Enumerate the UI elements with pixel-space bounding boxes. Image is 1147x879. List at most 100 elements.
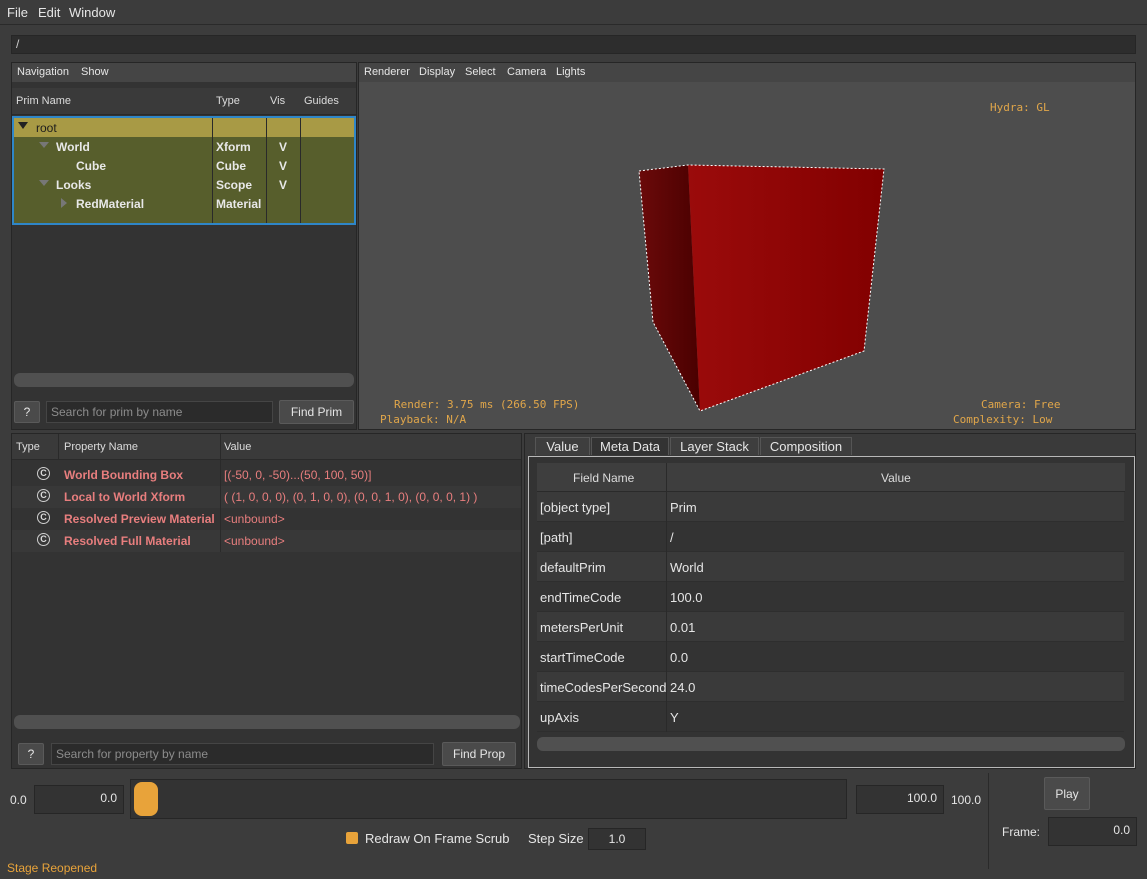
menu-bar: File Edit Window [0, 0, 1147, 25]
computed-property-icon: C [37, 533, 50, 546]
metadata-row[interactable]: endTimeCode 100.0 [537, 582, 1124, 612]
menu-edit[interactable]: Edit [38, 5, 60, 20]
col-field-name[interactable]: Field Name [573, 471, 634, 485]
property-search-input[interactable]: Search for property by name [51, 743, 434, 765]
metadata-field: startTimeCode [540, 650, 625, 665]
property-name: Resolved Preview Material [64, 512, 215, 526]
menu-navigation[interactable]: Navigation [17, 66, 69, 78]
prim-name: RedMaterial [76, 197, 145, 211]
property-value: ( (1, 0, 0, 0), (0, 1, 0, 0), (0, 0, 1, … [224, 490, 478, 504]
prim-type: Material [216, 197, 262, 211]
menu-camera[interactable]: Camera [507, 66, 546, 78]
prim-name: root [36, 121, 57, 135]
metadata-row[interactable]: upAxis Y [537, 702, 1124, 732]
prim-help-button[interactable]: ? [14, 401, 40, 423]
col-prop-name[interactable]: Property Name [64, 441, 138, 453]
metadata-value: 100.0 [670, 590, 703, 605]
find-prop-button[interactable]: Find Prop [442, 742, 516, 766]
horizontal-scrollbar[interactable] [537, 737, 1125, 751]
col-prim-name[interactable]: Prim Name [16, 95, 71, 107]
tab-layer-stack[interactable]: Layer Stack [670, 437, 759, 455]
range-begin-field[interactable]: 0.0 [34, 785, 124, 814]
prim-vis[interactable]: V [279, 159, 287, 173]
menu-show[interactable]: Show [81, 66, 109, 78]
menu-file[interactable]: File [7, 5, 28, 20]
property-row[interactable]: C World Bounding Box [(-50, 0, -50)...(5… [12, 464, 521, 486]
column-divider [220, 434, 221, 460]
path-field[interactable]: / [11, 35, 1136, 54]
prim-name: World [56, 140, 90, 154]
expand-arrow-icon[interactable] [39, 142, 49, 148]
metadata-row[interactable]: [path] / [537, 522, 1124, 552]
metadata-field: timeCodesPerSecond [540, 680, 667, 695]
metadata-value: Prim [670, 500, 697, 515]
viewport-canvas[interactable]: Hydra: GL Render: 3.75 ms (266.50 FPS) P… [359, 85, 1135, 429]
viewport-menubar: Renderer Display Select Camera Lights [359, 63, 1135, 82]
horizontal-scrollbar[interactable] [14, 373, 354, 387]
property-row[interactable]: C Local to World Xform ( (1, 0, 0, 0), (… [12, 486, 521, 508]
metadata-field: endTimeCode [540, 590, 622, 605]
status-message: Stage Reopened [7, 861, 98, 875]
attribute-inspector-panel: Value Meta Data Layer Stack Composition … [524, 433, 1136, 769]
metadata-row[interactable]: defaultPrim World [537, 552, 1124, 582]
frame-slider[interactable] [130, 779, 847, 819]
column-divider [220, 460, 221, 552]
metadata-row[interactable]: metersPerUnit 0.01 [537, 612, 1124, 642]
frame-slider-handle[interactable] [134, 782, 158, 816]
tab-composition[interactable]: Composition [760, 437, 852, 455]
divider [988, 773, 989, 869]
property-row[interactable]: C Resolved Preview Material <unbound> [12, 508, 521, 530]
prim-vis[interactable]: V [279, 178, 287, 192]
col-guides[interactable]: Guides [304, 95, 339, 107]
expand-arrow-icon[interactable] [18, 122, 28, 129]
metadata-row[interactable]: [object type] Prim [537, 492, 1124, 522]
col-type[interactable]: Type [216, 95, 240, 107]
menu-window[interactable]: Window [69, 5, 115, 20]
prim-name: Looks [56, 178, 92, 192]
prim-vis[interactable]: V [279, 140, 287, 154]
metadata-row[interactable]: timeCodesPerSecond 24.0 [537, 672, 1124, 702]
col-field-value[interactable]: Value [881, 471, 911, 485]
computed-property-icon: C [37, 511, 50, 524]
column-divider [666, 463, 667, 492]
menu-select[interactable]: Select [465, 66, 496, 78]
col-prop-type[interactable]: Type [16, 441, 40, 453]
metadata-content: Field Name Value [object type] Prim [pat… [528, 456, 1135, 768]
tree-row-root[interactable]: root [14, 118, 354, 137]
step-size-field[interactable]: 1.0 [588, 828, 646, 850]
viewport-panel[interactable]: Renderer Display Select Camera Lights Hy… [358, 62, 1136, 430]
col-vis[interactable]: Vis [270, 95, 285, 107]
frame-field[interactable]: 0.0 [1048, 817, 1137, 846]
menu-display[interactable]: Display [419, 66, 455, 78]
range-end-field[interactable]: 100.0 [856, 785, 944, 814]
hud-complexity: Complexity: Low [953, 413, 1053, 426]
metadata-value: 24.0 [670, 680, 696, 695]
tree-row-cube[interactable]: Cube Cube V [14, 156, 354, 175]
range-end-label: 100.0 [951, 793, 982, 807]
collapse-arrow-icon[interactable] [61, 198, 67, 208]
property-help-button[interactable]: ? [18, 743, 44, 765]
horizontal-scrollbar[interactable] [14, 715, 520, 729]
property-value: [(-50, 0, -50)...(50, 100, 50)] [224, 468, 372, 482]
tree-row-looks[interactable]: Looks Scope V [14, 175, 354, 194]
prim-tree-selection: root World Xform V Cube Cube V Looks Sco… [12, 116, 356, 225]
range-start-label: 0.0 [10, 793, 27, 807]
column-divider [666, 492, 667, 732]
prim-search-input[interactable]: Search for prim by name [46, 401, 273, 423]
metadata-row[interactable]: startTimeCode 0.0 [537, 642, 1124, 672]
tree-row-redmaterial[interactable]: RedMaterial Material [14, 194, 354, 213]
menu-renderer[interactable]: Renderer [364, 66, 410, 78]
column-divider [212, 118, 213, 223]
expand-arrow-icon[interactable] [39, 180, 49, 186]
tab-value[interactable]: Value [535, 437, 590, 455]
tab-meta-data[interactable]: Meta Data [591, 437, 669, 455]
play-button[interactable]: Play [1044, 777, 1090, 810]
col-prop-value[interactable]: Value [224, 441, 251, 453]
menu-lights[interactable]: Lights [556, 66, 585, 78]
metadata-field: metersPerUnit [540, 620, 624, 635]
redraw-checkbox[interactable] [346, 832, 358, 844]
tree-row-world[interactable]: World Xform V [14, 137, 354, 156]
find-prim-button[interactable]: Find Prim [279, 400, 354, 424]
metadata-value: 0.01 [670, 620, 696, 635]
property-row[interactable]: C Resolved Full Material <unbound> [12, 530, 521, 552]
